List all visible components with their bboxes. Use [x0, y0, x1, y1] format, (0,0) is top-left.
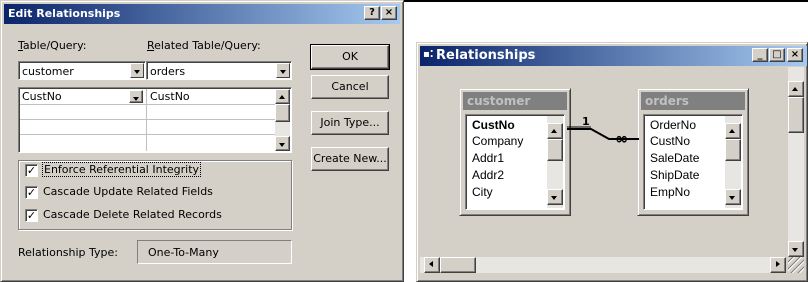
scroll-thumb[interactable]	[275, 104, 290, 122]
field-item[interactable]: Company	[472, 134, 523, 148]
maximize-button[interactable]: □	[769, 48, 785, 62]
grid-column-divider	[146, 89, 147, 151]
scroll-thumb[interactable]	[725, 139, 741, 161]
chevron-down-icon[interactable]	[130, 63, 144, 78]
cascade-update-checkbox[interactable]: ✓	[25, 186, 38, 199]
close-button[interactable]: ×	[381, 6, 397, 20]
orders-table-title-bar[interactable]: orders	[641, 92, 745, 110]
top-rule	[404, 0, 808, 2]
field-item[interactable]: Addr2	[472, 168, 504, 182]
orders-table-title: orders	[645, 94, 689, 108]
table-query-label: Table/Query:	[18, 39, 87, 52]
grid-row-divider	[20, 119, 276, 120]
field-item[interactable]: City	[472, 185, 493, 199]
scroll-down-icon[interactable]	[725, 189, 741, 205]
relationship-type-label: Relationship Type:	[18, 246, 118, 259]
chevron-down-icon[interactable]	[276, 63, 290, 78]
relationship-type-value: One-To-Many	[148, 246, 219, 259]
customer-table-window[interactable]: customer CustNo Company Addr1 Addr2 City	[459, 88, 571, 216]
related-table-query-label: Related Table/Query:	[147, 39, 261, 52]
customer-field-list[interactable]: CustNo Company Addr1 Addr2 City	[465, 114, 565, 210]
field-item[interactable]: CustNo	[472, 118, 515, 132]
field-item[interactable]: OrderNo	[650, 118, 696, 132]
field-item[interactable]: SaleDate	[650, 151, 699, 165]
field-item[interactable]: EmpNo	[650, 185, 690, 199]
cascade-update-label[interactable]: Cascade Update Related Fields	[43, 185, 213, 198]
scroll-down-icon[interactable]	[788, 241, 804, 257]
grid-cell-right[interactable]: CustNo	[150, 90, 190, 103]
table-query-label-rest: able/Query:	[22, 39, 87, 52]
relationships-title: Relationships	[436, 48, 536, 63]
grid-row-divider	[20, 134, 276, 135]
field-mapping-grid[interactable]: CustNo CustNo	[18, 87, 292, 153]
scroll-up-icon[interactable]	[788, 81, 804, 97]
ok-button[interactable]: OK	[310, 44, 390, 70]
cascade-delete-label[interactable]: Cascade Delete Related Records	[43, 208, 222, 221]
join-one-label: 1	[582, 115, 590, 128]
chevron-down-icon[interactable]	[129, 90, 143, 103]
field-item[interactable]: CustNo	[650, 134, 690, 148]
table-query-value: customer	[22, 65, 74, 78]
scroll-left-icon[interactable]	[424, 257, 440, 273]
orders-field-list[interactable]: OrderNo CustNo SaleDate ShipDate EmpNo	[643, 114, 743, 210]
scroll-down-icon[interactable]	[547, 189, 563, 205]
field-item[interactable]: ShipDate	[650, 168, 699, 182]
orders-table-window[interactable]: orders OrderNo CustNo SaleDate ShipDate …	[637, 88, 749, 216]
customer-table-title: customer	[467, 94, 531, 108]
enforce-integrity-label[interactable]: Enforce Referential Integrity	[41, 162, 202, 177]
join-type-button[interactable]: Join Type...	[311, 111, 389, 135]
dialog-title: Edit Relationships	[8, 7, 121, 20]
table-query-select[interactable]: customer	[18, 61, 146, 80]
scroll-up-icon[interactable]	[275, 89, 290, 104]
field-item[interactable]: Addr1	[472, 151, 504, 165]
vertical-scroll-thumb[interactable]	[788, 97, 804, 133]
resize-grip-icon[interactable]	[788, 257, 804, 273]
relationships-title-bar[interactable]: ▪⁚ Relationships _ □ ×	[420, 46, 807, 66]
relationship-type-value-box: One-To-Many	[137, 240, 292, 264]
scroll-right-icon[interactable]	[770, 257, 786, 273]
related-table-query-select[interactable]: orders	[146, 61, 292, 80]
scroll-up-icon[interactable]	[547, 123, 563, 139]
scroll-down-icon[interactable]	[275, 136, 290, 151]
enforce-integrity-checkbox[interactable]: ✓	[25, 164, 38, 177]
edit-relationships-dialog: Edit Relationships ? × Table/Query: Rela…	[0, 0, 404, 282]
relationships-window-icon: ▪⁚	[423, 49, 434, 60]
help-button[interactable]: ?	[364, 6, 380, 20]
grid-cell-left[interactable]: CustNo	[22, 90, 62, 103]
join-many-label: ∞	[615, 129, 629, 148]
dialog-title-bar[interactable]: Edit Relationships ? ×	[4, 4, 400, 24]
scroll-thumb[interactable]	[547, 139, 563, 161]
cancel-button[interactable]: Cancel	[311, 75, 389, 99]
relationships-window: ▪⁚ Relationships _ □ × customer CustNo C…	[416, 42, 808, 282]
minimize-button[interactable]: _	[752, 48, 768, 62]
related-table-query-value: orders	[150, 65, 186, 78]
horizontal-scroll-thumb[interactable]	[440, 257, 476, 273]
related-label-rest: elated Table/Query:	[154, 39, 261, 52]
customer-table-title-bar[interactable]: customer	[463, 92, 567, 110]
create-new-button[interactable]: Create New...	[311, 147, 389, 171]
close-button[interactable]: ×	[787, 48, 803, 62]
grid-row-divider	[20, 104, 276, 105]
relationship-join-line[interactable]	[567, 111, 643, 145]
scroll-up-icon[interactable]	[725, 123, 741, 139]
cascade-delete-checkbox[interactable]: ✓	[25, 209, 38, 222]
